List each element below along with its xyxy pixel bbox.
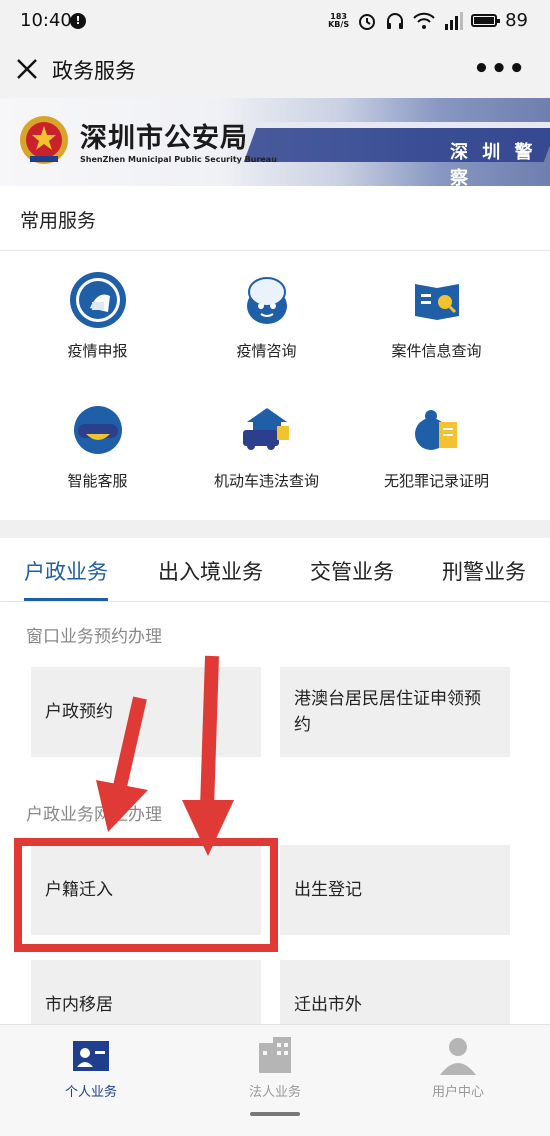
title-bar: 政务服务 ••• — [0, 42, 550, 98]
close-icon[interactable] — [14, 56, 40, 82]
nav-label: 个人业务 — [64, 1085, 117, 1100]
tab-criminal[interactable]: 刑警业务 — [442, 556, 526, 586]
service-epidemic-consult[interactable]: 疫情咨询 — [175, 270, 358, 361]
building-icon — [259, 1037, 291, 1073]
online-section-heading: 户政业务网上办理 — [26, 805, 162, 825]
service-label: 案件信息查询 — [391, 342, 482, 360]
nav-label: 用户中心 — [431, 1085, 484, 1100]
service-label: 智能客服 — [67, 472, 128, 490]
signal-icon — [445, 11, 464, 30]
banner-sign-text: 深 圳 警 察 — [450, 142, 537, 186]
headphones-icon — [387, 12, 404, 29]
card-household-appointment[interactable]: 户政预约 — [31, 667, 261, 757]
net-speed: 183 KB/S — [328, 12, 350, 29]
status-bar: 10:40 ! 183 KB/S 89 — [0, 0, 550, 42]
alarm-icon — [359, 13, 376, 30]
more-menu-button[interactable]: ••• — [473, 54, 526, 84]
mascot-icon — [246, 277, 287, 324]
status-icons: 183 KB/S 89 — [328, 10, 528, 31]
service-case-query[interactable]: 案件信息查询 — [345, 270, 528, 361]
bureau-english-name: ShenZhen Municipal Public Security Burea… — [80, 155, 277, 164]
card-residence-permit-appointment[interactable]: 港澳台居民居住证申领预约 — [280, 667, 510, 757]
service-label: 疫情申报 — [67, 342, 128, 360]
nav-label: 法人业务 — [248, 1085, 301, 1100]
service-label: 疫情咨询 — [236, 342, 297, 360]
divider — [0, 250, 550, 251]
tab-household[interactable]: 户政业务 — [24, 556, 108, 586]
battery-icon — [471, 14, 501, 27]
bottom-navigation: 个人业务 法人业务 用户中心 — [0, 1024, 550, 1136]
tab-traffic[interactable]: 交管业务 — [310, 556, 394, 586]
nav-user-center[interactable]: 用户中心 — [398, 1035, 518, 1100]
mask-person-icon — [69, 272, 126, 328]
service-no-crime-certificate[interactable]: 无犯罪记录证明 — [345, 400, 528, 491]
active-tab-indicator — [24, 598, 108, 601]
police-banner: 深圳市公安局 ShenZhen Municipal Public Securit… — [0, 98, 550, 186]
robot-service-icon — [73, 406, 122, 454]
business-tabs: 户政业务 出入境业务 交管业务 刑警业务 — [0, 538, 550, 602]
nav-legal-entity-business[interactable]: 法人业务 — [215, 1035, 335, 1100]
card-birth-registration[interactable]: 出生登记 — [280, 845, 510, 935]
status-time: 10:40 — [20, 10, 72, 31]
window-section-heading: 窗口业务预约办理 — [26, 627, 162, 647]
certificate-icon — [414, 410, 457, 450]
home-indicator[interactable] — [250, 1112, 300, 1116]
tab-entry-exit[interactable]: 出入境业务 — [158, 556, 263, 586]
service-smart-support[interactable]: 智能客服 — [6, 400, 189, 491]
section-separator — [0, 520, 550, 538]
nav-personal-business[interactable]: 个人业务 — [31, 1035, 151, 1100]
common-services-heading: 常用服务 — [20, 210, 97, 232]
service-label: 机动车违法查询 — [213, 472, 319, 490]
user-icon — [440, 1038, 476, 1075]
car-house-icon — [242, 408, 289, 450]
net-speed-unit: KB/S — [328, 19, 350, 29]
wifi-icon — [413, 12, 435, 29]
service-epidemic-report[interactable]: 疫情申报 — [6, 270, 189, 361]
service-label: 无犯罪记录证明 — [383, 472, 489, 490]
book-search-icon — [414, 284, 459, 320]
police-emblem-icon — [20, 116, 68, 164]
service-vehicle-violation[interactable]: 机动车违法查询 — [175, 400, 358, 491]
battery-level: 89 — [505, 10, 528, 31]
bureau-name: 深圳市公安局 — [80, 123, 248, 154]
page-title: 政务服务 — [52, 59, 136, 83]
person-card-icon — [73, 1041, 109, 1071]
notification-icon: ! — [70, 13, 86, 29]
highlight-box — [14, 838, 278, 952]
